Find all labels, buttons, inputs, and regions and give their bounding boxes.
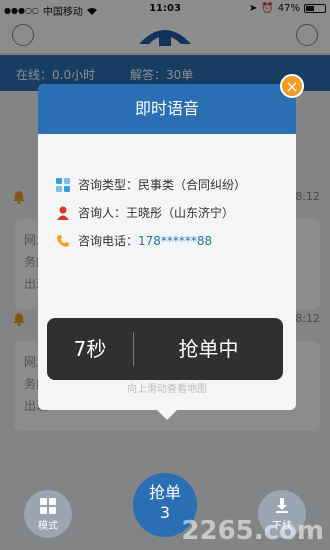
consult-type: 咨询类型：民事类（合同纠纷）	[78, 178, 247, 192]
grab-status-toast: 7秒 抢单中	[47, 318, 283, 380]
phone-number[interactable]: 178******88	[138, 234, 212, 248]
grab-label: 抢单	[148, 483, 181, 502]
grid-icon	[40, 498, 56, 514]
phone-label: 咨询电话：	[78, 234, 139, 248]
mode-button[interactable]: 模式	[24, 490, 72, 538]
grab-status-text: 抢单中	[178, 337, 239, 361]
close-button[interactable]: ×	[280, 74, 304, 98]
watermark: 2265.com	[181, 516, 324, 546]
modal-title: 即时语音	[38, 84, 296, 134]
person-icon	[57, 206, 69, 220]
map-hint: 向上滑动查看地图	[127, 384, 207, 395]
modal-pointer	[157, 410, 177, 420]
consultant-row: 咨询人：王晓彤（山东济宁）	[56, 204, 234, 221]
category-grid-icon	[56, 177, 70, 192]
phone-icon	[57, 234, 69, 247]
consult-type-row: 咨询类型：民事类（合同纠纷）	[56, 176, 246, 193]
download-icon	[276, 498, 288, 513]
mode-label: 模式	[38, 521, 58, 532]
consultant-name: 咨询人：王晓彤（山东济宁）	[78, 206, 235, 220]
countdown-seconds: 7秒	[73, 337, 107, 361]
phone-row: 咨询电话： 178******88	[56, 232, 212, 249]
